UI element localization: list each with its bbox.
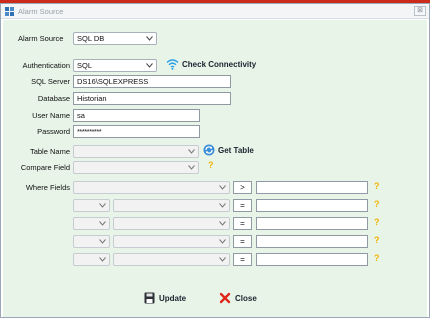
- where-help-icon-3[interactable]: ?: [374, 217, 380, 227]
- compare-field-select[interactable]: [73, 161, 199, 174]
- table-name-select[interactable]: [73, 145, 199, 158]
- where-help-icon-1[interactable]: ?: [374, 181, 380, 191]
- where-operator-button-4[interactable]: =: [233, 235, 252, 248]
- chevron-down-icon: [146, 36, 153, 41]
- alarm-source-window: Alarm Source ⊠ Alarm Source SQL DB Authe…: [0, 3, 430, 318]
- where-operator-button-3[interactable]: =: [233, 217, 252, 230]
- close-label: Close: [235, 293, 257, 303]
- where-help-icon-5[interactable]: ?: [374, 253, 380, 263]
- where-field-select-4[interactable]: [113, 235, 230, 248]
- close-x-icon: [219, 292, 231, 304]
- chevron-down-icon: [219, 239, 226, 244]
- where-value-field-5[interactable]: [256, 253, 368, 266]
- alarm-source-value: SQL DB: [77, 34, 105, 43]
- sql-server-label: SQL Server: [31, 77, 70, 86]
- chevron-down-icon: [219, 203, 226, 208]
- authentication-label: Authentication: [22, 61, 70, 70]
- alarm-source-select[interactable]: SQL DB: [73, 32, 157, 45]
- database-field[interactable]: Historian: [73, 92, 231, 105]
- chevron-down-icon: [99, 257, 106, 262]
- wifi-icon: [166, 59, 179, 70]
- where-field-select-2[interactable]: [113, 199, 230, 212]
- where-value-field-2[interactable]: [256, 199, 368, 212]
- chevron-down-icon: [219, 221, 226, 226]
- where-fields-label: Where Fields: [25, 183, 70, 192]
- where-value-field-4[interactable]: [256, 235, 368, 248]
- where-logic-select-2[interactable]: [73, 199, 110, 212]
- window-title: Alarm Source: [18, 7, 64, 16]
- chevron-down-icon: [188, 149, 195, 154]
- authentication-select[interactable]: SQL: [73, 59, 157, 72]
- chevron-down-icon: [99, 221, 106, 226]
- alarm-source-label: Alarm Source: [18, 34, 64, 43]
- password-field[interactable]: **********: [73, 125, 200, 138]
- close-button[interactable]: Close: [219, 292, 257, 304]
- authentication-value: SQL: [77, 61, 93, 70]
- database-label: Database: [37, 94, 70, 103]
- where-logic-select-3[interactable]: [73, 217, 110, 230]
- where-field-select-5[interactable]: [113, 253, 230, 266]
- table-name-label: Table Name: [29, 147, 70, 156]
- where-value-field-1[interactable]: [256, 181, 368, 194]
- get-table-button[interactable]: Get Table: [203, 144, 254, 156]
- update-button[interactable]: Update: [144, 292, 186, 304]
- compare-field-help-icon[interactable]: ?: [208, 160, 214, 170]
- where-help-icon-4[interactable]: ?: [374, 235, 380, 245]
- chevron-down-icon: [219, 185, 226, 190]
- get-table-label: Get Table: [218, 145, 254, 155]
- chevron-down-icon: [99, 239, 106, 244]
- refresh-icon: [203, 144, 215, 156]
- chevron-down-icon: [188, 165, 195, 170]
- update-label: Update: [159, 293, 187, 303]
- app-icon: [5, 7, 14, 16]
- sql-server-field[interactable]: DS16\SQLEXPRESS: [73, 75, 231, 88]
- check-connectivity-button[interactable]: Check Connectivity: [166, 58, 256, 70]
- where-operator-button-5[interactable]: =: [233, 253, 252, 266]
- where-field-select-3[interactable]: [113, 217, 230, 230]
- chevron-down-icon: [219, 257, 226, 262]
- where-logic-select-4[interactable]: [73, 235, 110, 248]
- where-value-field-3[interactable]: [256, 217, 368, 230]
- window-close-button[interactable]: ⊠: [414, 6, 426, 16]
- password-label: Password: [37, 127, 70, 136]
- save-icon: [144, 292, 155, 304]
- where-help-icon-2[interactable]: ?: [374, 199, 380, 209]
- where-operator-button-1[interactable]: >: [233, 181, 252, 194]
- where-operator-button-2[interactable]: =: [233, 199, 252, 212]
- chevron-down-icon: [146, 63, 153, 68]
- title-bar: Alarm Source ⊠: [1, 4, 429, 19]
- compare-field-label: Compare Field: [20, 163, 70, 172]
- form-area: Alarm Source SQL DB Authentication SQL C…: [3, 20, 427, 317]
- where-logic-select-5[interactable]: [73, 253, 110, 266]
- chevron-down-icon: [99, 203, 106, 208]
- user-name-field[interactable]: sa: [73, 109, 200, 122]
- check-connectivity-label: Check Connectivity: [182, 59, 257, 69]
- where-field-select-1[interactable]: [73, 181, 230, 194]
- user-name-label: User Name: [32, 111, 70, 120]
